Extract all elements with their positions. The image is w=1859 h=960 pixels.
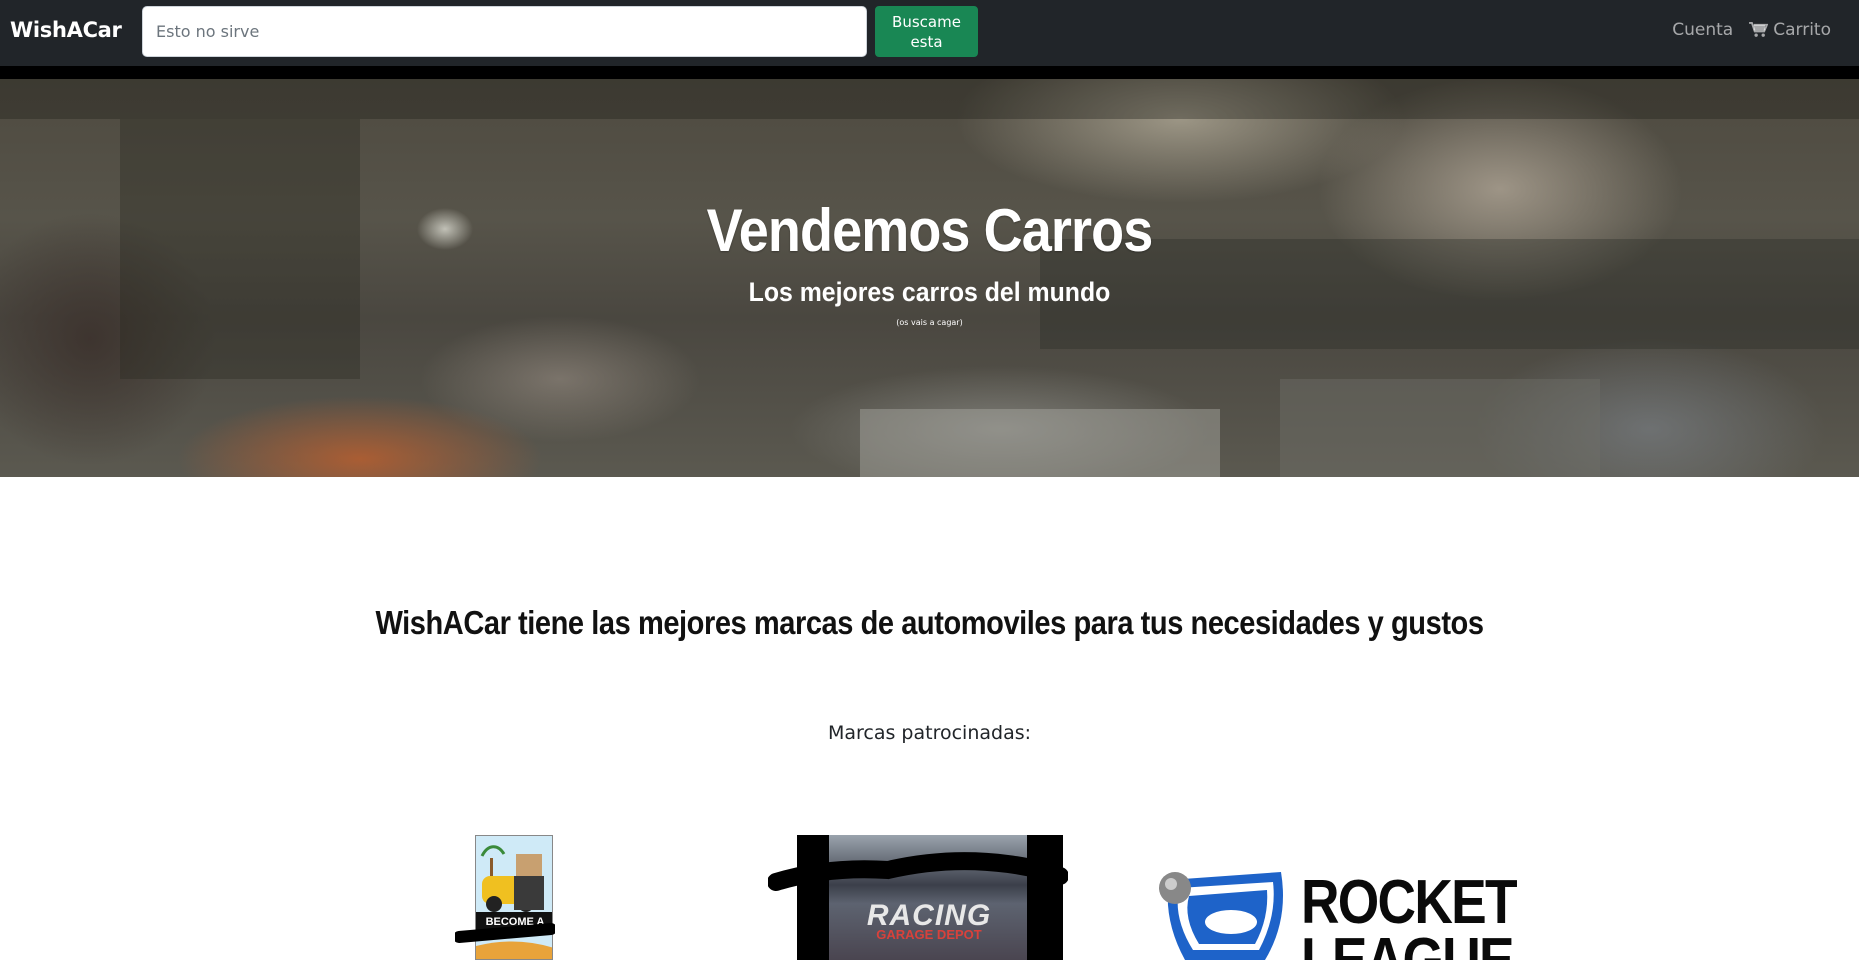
hero-subtitle: Los mejores carros del mundo [748,277,1111,307]
rocket-league-emblem [1159,872,1283,960]
sponsors-label: Marcas patrocinadas: [827,722,1032,744]
rocket-league-word-2: LEAGUE [1301,930,1516,960]
hero-background-shape [1280,379,1600,477]
racing-logo-subtext: GARAGE DEPOT [876,927,982,942]
cart-link[interactable]: Carrito [1749,20,1831,40]
sponsor-logo-rocket-league[interactable]: ROCKET LEAGUE [1155,860,1545,960]
nav-links: Cuenta Carrito [1672,20,1831,40]
scribble-mark [455,923,555,943]
search-input[interactable] [142,6,867,57]
rocket-league-wordmark: ROCKET LEAGUE [1301,868,1518,960]
hero-banner: Vendemos Carros Los mejores carros del m… [0,79,1859,477]
cart-link-label: Carrito [1773,20,1831,40]
search-button[interactable]: Buscame esta [875,6,978,57]
brands-heading: WishACar tiene las mejores marcas de aut… [375,604,1484,641]
brand-link[interactable]: WishACar [10,18,122,42]
hero-background-shape [860,409,1220,477]
navbar: WishACar Buscame esta Cuenta Carrito [0,0,1859,66]
shopping-cart-icon [1749,22,1769,37]
hero-note: (os vais a cagar) [896,318,963,327]
scribble-mark [768,852,1068,891]
navbar-divider [0,66,1859,79]
rocket-league-word-1: ROCKET [1301,868,1518,937]
account-link[interactable]: Cuenta [1672,20,1733,40]
hero-background-shape [0,79,1859,119]
hero-title: Vendemos Carros [706,197,1154,264]
